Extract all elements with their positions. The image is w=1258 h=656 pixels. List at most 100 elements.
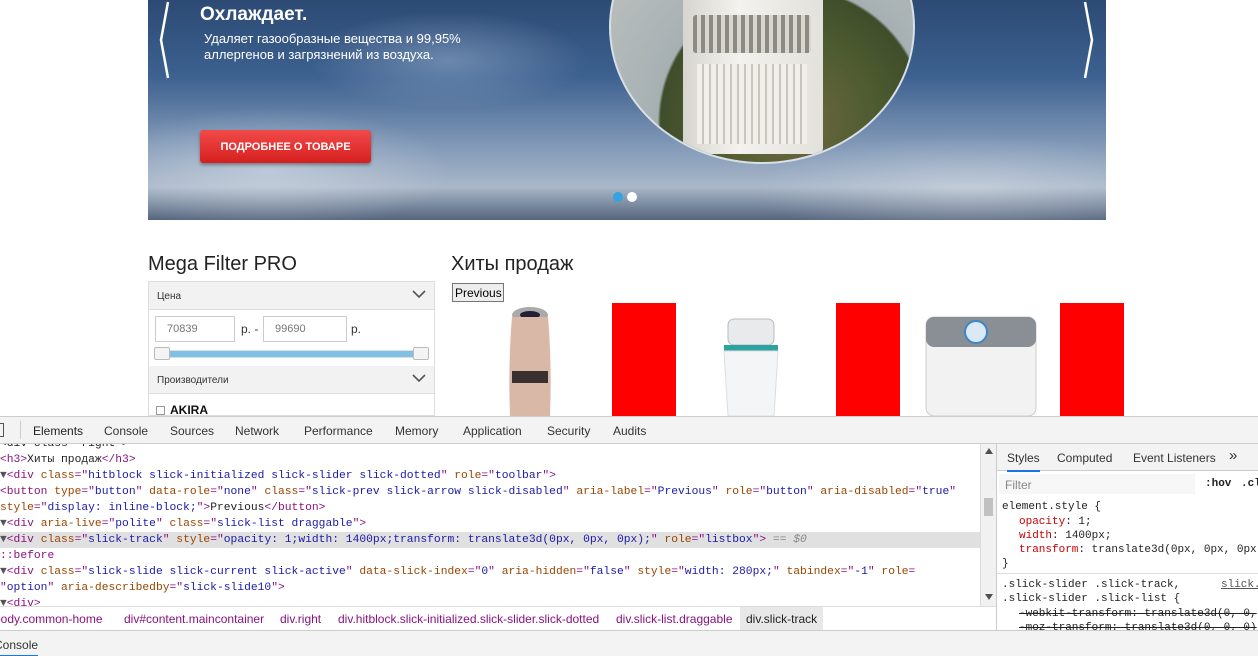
dom-token: =" (169, 582, 184, 594)
dom-token: <div (6, 534, 41, 546)
breadcrumb-item[interactable]: body.common-home (0, 612, 103, 626)
dom-node-line[interactable]: ▼<div> (0, 596, 980, 606)
dom-token: opacity: 1;width: 1400px;transform: tran… (223, 534, 651, 546)
hero-banner: Охлаждает. Удаляет газообразные вещества… (148, 0, 1106, 220)
hover-state-toggle[interactable]: :hov (1205, 478, 1231, 490)
dom-node-line[interactable]: <div class="right"> (0, 444, 980, 452)
dom-token: = (908, 566, 916, 578)
tab-sources[interactable]: Sources (170, 424, 214, 438)
dom-token: =" (644, 486, 658, 498)
dom-token: <div class="right"> (0, 444, 129, 450)
tab-performance[interactable]: Performance (304, 424, 373, 438)
tab-network[interactable]: Network (235, 424, 279, 438)
console-drawer-tab[interactable]: Console (0, 638, 39, 656)
dom-token: " (155, 518, 170, 530)
dom-node-line[interactable]: ▼<div aria-live="polite" class="slick-li… (0, 516, 980, 532)
dom-node-line[interactable]: ▼<div class="hitblock slick-initialized … (0, 468, 980, 484)
more-tabs-icon[interactable]: » (1229, 447, 1237, 464)
elements-scrollbar[interactable] (980, 444, 996, 606)
dom-node-line[interactable]: <h3>Хиты продаж</h3> (0, 452, 980, 468)
breadcrumb-item[interactable]: div#content.maincontainer (124, 612, 264, 626)
tab-computed[interactable]: Computed (1057, 451, 1112, 465)
dom-token: =" (74, 534, 89, 546)
tab-audits[interactable]: Audits (613, 424, 646, 438)
dom-token: " (250, 486, 265, 498)
class-toggle[interactable]: .cl (1241, 478, 1258, 490)
tab-security[interactable]: Security (547, 424, 590, 438)
filter-title: Mega Filter PRO (148, 253, 297, 275)
carousel-previous-button[interactable]: Previous (452, 283, 504, 302)
overridden-declaration[interactable]: -webkit-transform: translate3d(0, 0, (1019, 608, 1257, 620)
dom-node-line[interactable]: style="display: inline-block;">Previous<… (0, 500, 980, 516)
price-section-header[interactable]: Цена (149, 282, 434, 310)
devtools-tab-bar: Elements Console Sources Network Perform… (0, 416, 1258, 444)
dom-token: button (766, 486, 807, 498)
dom-node-indent: ▼ (0, 566, 7, 578)
product-image-purifier-3[interactable] (922, 315, 1040, 416)
product-image-purifier-1[interactable] (490, 303, 570, 416)
dom-breadcrumb: body.common-home div#content.maincontain… (0, 606, 996, 630)
slider-next-arrow-icon[interactable] (1083, 0, 1095, 80)
price-min-input[interactable]: 70839 (155, 316, 235, 342)
dom-token: aria-label (576, 486, 645, 498)
price-slider-min-handle[interactable] (154, 347, 170, 360)
hero-title: Охлаждает. (200, 4, 308, 25)
scroll-down-icon[interactable] (985, 594, 993, 600)
rule-source-link[interactable]: slick. (1221, 579, 1258, 591)
device-toggle-icon[interactable] (0, 423, 4, 437)
dom-node-line[interactable]: ::before (0, 548, 980, 564)
tab-elements[interactable]: Elements (33, 424, 83, 438)
elements-tree[interactable]: <div class="right"> <h3>Хиты продаж</h3>… (0, 444, 980, 606)
dom-token: " (345, 566, 360, 578)
dom-token: " (949, 486, 957, 498)
breadcrumb-item[interactable]: div.slick-list.draggable (616, 612, 733, 626)
dom-token: =" (752, 486, 767, 498)
dom-token: toolbar (494, 470, 543, 482)
style-declaration[interactable]: transform: translate3d(0px, 0px, 0px); (1019, 544, 1258, 556)
dom-node-line[interactable]: ▼<div class="slick-slide slick-current s… (0, 564, 980, 580)
dom-token: Previous (210, 502, 265, 514)
dom-node-indent: ▼ (0, 534, 7, 546)
tab-console[interactable]: Console (104, 424, 148, 438)
chevron-down-icon[interactable] (412, 287, 426, 301)
dom-node-line[interactable]: ▼<div class="slick-track" style="opacity… (0, 532, 980, 548)
style-value: translate3d(0px, 0px, 0px); (1091, 544, 1258, 556)
style-value: 1; (1078, 516, 1092, 528)
slider-dot[interactable] (627, 191, 637, 202)
tab-styles[interactable]: Styles (1007, 451, 1040, 472)
tab-application[interactable]: Application (463, 424, 522, 438)
price-slider-max-handle[interactable] (413, 347, 429, 360)
dom-token: =" (210, 486, 224, 498)
breadcrumb-item-current[interactable]: div.slick-track (740, 607, 824, 630)
dom-token: =" (203, 518, 217, 530)
chevron-down-icon[interactable] (412, 371, 426, 385)
dom-node-line[interactable]: <button type="button" data-role="none" c… (0, 484, 980, 500)
overridden-declaration[interactable]: -moz-transform: translate3d(0, 0, 0) (1019, 622, 1257, 630)
scrollbar-thumb[interactable] (984, 498, 993, 516)
styles-filter-input[interactable]: Filter (999, 474, 1195, 494)
tab-event-listeners[interactable]: Event Listeners (1133, 451, 1216, 465)
manufacturer-checkbox[interactable] (156, 406, 165, 415)
slider-prev-arrow-icon[interactable] (158, 0, 170, 80)
style-property: transform (1019, 544, 1079, 556)
slider-dot-active[interactable] (613, 191, 623, 202)
dom-node-line[interactable]: "option" aria-describedby="slick-slide10… (0, 580, 980, 596)
breadcrumb-item[interactable]: div.hitblock.slick-initialized.slick-sli… (338, 612, 599, 626)
tab-memory[interactable]: Memory (395, 424, 438, 438)
product-details-button[interactable]: ПОДРОБНЕЕ О ТОВАРЕ (200, 130, 371, 163)
manufacturers-section-header[interactable]: Производители (149, 366, 434, 394)
dom-token: =" (908, 486, 923, 498)
style-declaration[interactable]: opacity: 1; (1019, 516, 1092, 528)
dom-token: == $0 (766, 534, 807, 546)
price-max-input[interactable]: 99690 (263, 316, 347, 342)
dom-token: data-slick-index (359, 566, 468, 578)
dom-token: "> (271, 582, 285, 594)
style-declaration[interactable]: width: 1400px; (1019, 530, 1111, 542)
scroll-up-icon[interactable] (985, 448, 993, 454)
dom-token: <div (6, 470, 41, 482)
dom-token: -1 (854, 566, 868, 578)
dom-token: style (637, 566, 672, 578)
breadcrumb-item[interactable]: div.right (280, 612, 321, 626)
product-image-purifier-2[interactable] (716, 315, 786, 416)
dom-token: " (867, 566, 882, 578)
